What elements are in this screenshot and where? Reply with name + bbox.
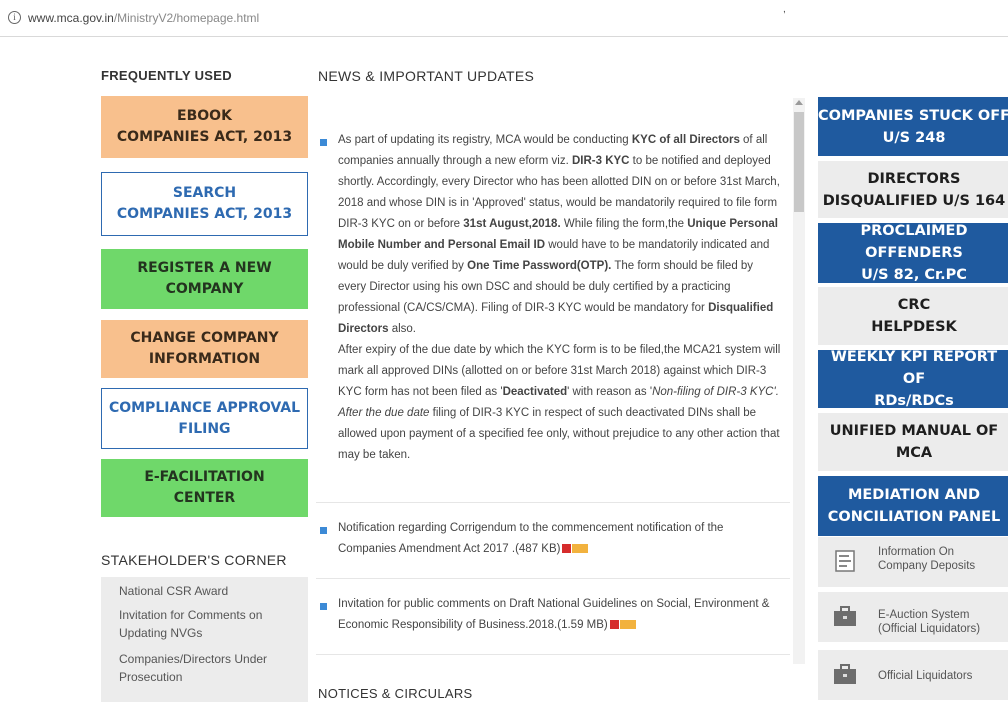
official-liquidators-label: Official Liquidators <box>878 670 973 682</box>
bullet-square-icon <box>320 139 327 146</box>
news-item-draft-guidelines-text[interactable]: Invitation for public comments on Draft … <box>338 594 784 636</box>
news-title: NEWS & IMPORTANT UPDATES <box>318 68 535 84</box>
compliance-approval-filing-button[interactable]: COMPLIANCE APPROVAL FILING <box>101 388 308 449</box>
news-item-kyc-text: As part of updating its registry, MCA wo… <box>338 134 781 461</box>
change-company-information-button[interactable]: CHANGE COMPANY INFORMATION <box>101 320 308 378</box>
document-icon <box>835 550 855 572</box>
scrollbar-thumb[interactable] <box>794 112 804 212</box>
info-circle-icon[interactable]: i <box>8 11 21 24</box>
crc-helpdesk-button[interactable]: CRC HELPDESK <box>818 287 1008 345</box>
e-auction-system-label: E-Auction System (Official Liquidators) <box>878 609 981 635</box>
register-new-company-button[interactable]: REGISTER A NEW COMPANY <box>101 249 308 309</box>
scroll-up-arrow-icon[interactable] <box>795 100 803 105</box>
company-deposits-label: Information On Company Deposits <box>878 546 976 572</box>
url-domain: www.mca.gov.in <box>28 11 114 25</box>
proclaimed-offenders-button[interactable]: PROCLAIMED OFFENDERS U/S 82, Cr.PC <box>818 223 1008 283</box>
search-companies-act-button[interactable]: SEARCH COMPANIES ACT, 2013 <box>101 172 308 236</box>
pdf-file-icon[interactable] <box>609 620 619 630</box>
e-facilitation-center-button[interactable]: E-FACILITATION CENTER <box>101 459 308 517</box>
bullet-square-icon <box>320 527 327 534</box>
url-text[interactable]: www.mca.gov.in/MinistryV2/homepage.html <box>28 11 259 25</box>
bullet-square-icon <box>320 603 327 610</box>
news-divider <box>316 502 790 503</box>
cursor-mark: , <box>783 4 786 15</box>
news-item-corrigendum-text[interactable]: Notification regarding Corrigendum to th… <box>338 518 784 560</box>
file-size-badge-icon <box>572 544 589 554</box>
official-liquidators-link[interactable]: Official Liquidators <box>818 650 1008 700</box>
briefcase-icon <box>834 606 856 626</box>
news-divider <box>316 654 790 655</box>
briefcase-icon <box>834 664 856 684</box>
unified-manual-button[interactable]: UNIFIED MANUAL OF MCA <box>818 413 1008 471</box>
stakeholders-corner-title: STAKEHOLDER'S CORNER <box>101 552 287 568</box>
weekly-kpi-report-button[interactable]: WEEKLY KPI REPORT OF RDs/RDCs <box>818 350 1008 408</box>
news-panel[interactable]: As part of updating its registry, MCA wo… <box>316 98 794 664</box>
directors-disqualified-button[interactable]: DIRECTORS DISQUALIFIED U/S 164 <box>818 161 1008 218</box>
companies-struck-off-button[interactable]: COMPANIES STUCK OFF U/S 248 <box>818 97 1008 156</box>
pdf-file-icon[interactable] <box>562 544 572 554</box>
notices-circulars-title: NOTICES & CIRCULARS <box>318 686 473 701</box>
news-scrollbar[interactable] <box>793 98 805 664</box>
stakeholders-list: National CSR Award Invitation for Commen… <box>101 577 308 702</box>
stakeholder-item-csr-award[interactable]: National CSR Award <box>119 582 299 600</box>
stakeholder-item-prosecution[interactable]: Companies/Directors Under Prosecution <box>119 650 299 686</box>
company-deposits-link[interactable]: Information On Company Deposits <box>818 537 1008 587</box>
stakeholder-item-nvg-comments[interactable]: Invitation for Comments on Updating NVGs <box>119 606 299 642</box>
url-path: /MinistryV2/homepage.html <box>113 11 260 25</box>
ebook-companies-act-button[interactable]: EBOOK COMPANIES ACT, 2013 <box>101 96 308 158</box>
news-divider <box>316 578 790 579</box>
e-auction-system-link[interactable]: E-Auction System (Official Liquidators) <box>818 592 1008 642</box>
file-size-badge-icon <box>619 620 636 630</box>
mediation-conciliation-panel-button[interactable]: MEDIATION AND CONCILIATION PANEL <box>818 476 1008 536</box>
frequently-used-title: FREQUENTLY USED <box>101 68 232 83</box>
browser-address-bar[interactable]: i www.mca.gov.in/MinistryV2/homepage.htm… <box>0 0 1008 37</box>
